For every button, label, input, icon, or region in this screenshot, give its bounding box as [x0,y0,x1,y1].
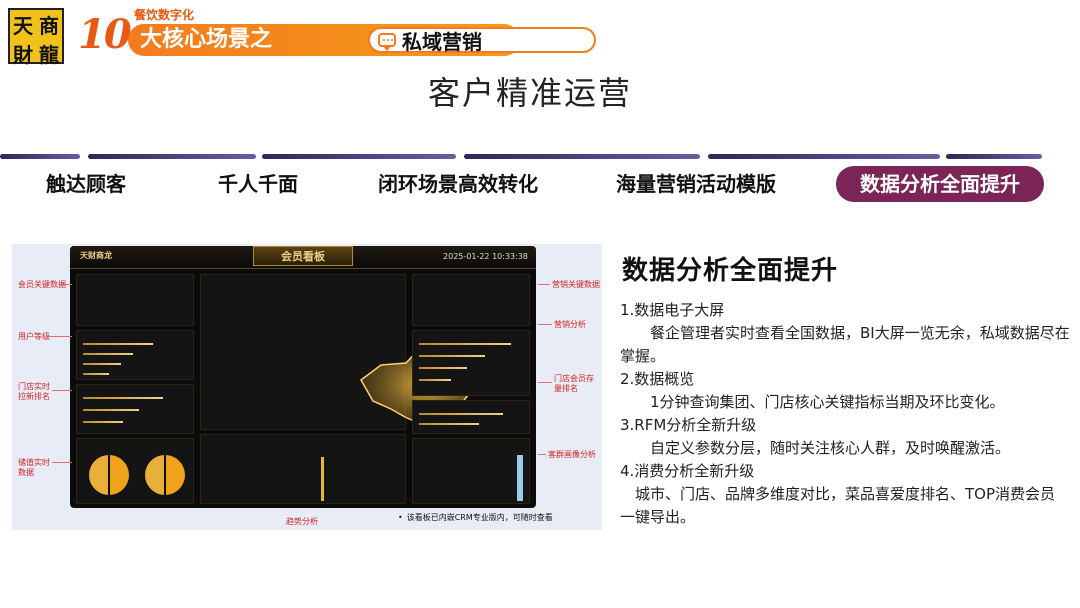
logo-char: 天 [13,14,33,38]
banner-main-text: 大核心场景之 [140,27,273,52]
banner-tag: 餐饮数字化 [134,8,195,22]
logo-char: 龍 [39,43,59,67]
callout-store-member-stock: 门店会员存量排名 [554,374,594,393]
header-banner: 10 餐饮数字化 大核心场景之 私域营销 [78,8,596,58]
info-item-body: 餐企管理者实时查看全国数据，BI大屏一览无余，私域数据尽在掌握。 [620,324,1070,365]
page-title: 客户精准运营 [427,74,632,112]
tab-personalization[interactable]: 千人千面 [200,166,316,202]
callout-marketing-kpis: 营销关键数据 [552,280,600,289]
brand-logo: 天 商 財 龍 [8,8,64,67]
banner-number: 10 [78,10,132,58]
dashboard-screenshot: 天财商龙 会员看板 2025-01-22 10:33:38 会员关键数据 用户等… [12,244,602,530]
panel-member-kpis [76,274,194,326]
dashboard-brand: 天财商龙 [80,251,112,260]
tab-bar: 触达顾客 千人千面 闭环场景高效转化 海量营销活动模版 数据分析全面提升 [0,166,1080,202]
tab-marketing-templates[interactable]: 海量营销活动模版 [596,166,796,202]
tab-closed-loop[interactable]: 闭环场景高效转化 [358,166,558,202]
panel-member-levels [76,330,194,380]
panel-customer-profile [412,438,530,504]
info-item-body: 1分钟查询集团、门店核心关键指标当期及环比变化。 [650,393,1005,411]
chat-bubble-icon [378,33,396,51]
info-item-body: 城市、门店、品牌多维度对比，菜品喜爱度排名、TOP消费会员一键导出。 [620,485,1056,526]
panel-store-member-stock [412,400,530,434]
callout-member-kpis: 会员关键数据 [18,280,66,289]
info-item-title: 3.RFM分析全新升级 [620,416,757,434]
info-heading: 数据分析全面提升 [622,256,839,286]
panel-stored-value [76,438,194,504]
dashboard-note: 该看板已内嵌CRM专业版内，可随时查看 [398,512,553,523]
dashboard-date: 2025-01-22 10:33:38 [443,252,528,261]
info-section: 数据分析全面提升 1.数据电子大屏 餐企管理者实时查看全国数据，BI大屏一览无余… [620,250,1070,529]
tab-reach-customers[interactable]: 触达顾客 [30,166,142,202]
logo-char: 財 [13,43,33,67]
banner-inner-pill: 私域营销 [368,27,596,54]
info-item-title: 2.数据概览 [620,370,695,388]
info-item-title: 4.消费分析全新升级 [620,462,755,480]
panel-map [200,274,493,430]
callout-stored-value: 储值实时数据 [18,458,50,477]
panel-marketing-kpis [412,274,530,326]
panel-marketing-analysis [412,330,530,396]
panel-store-ranking [76,384,194,434]
member-dashboard: 天财商龙 会员看板 2025-01-22 10:33:38 [70,246,536,508]
tab-divider-lines [0,154,1080,160]
info-item-body: 自定义参数分层，随时关注核心人群，及时唤醒激活。 [650,439,1011,457]
callout-trend: 趋势分析 [286,517,318,526]
info-item-title: 1.数据电子大屏 [620,301,725,319]
logo-char: 商 [39,14,59,38]
panel-trend [200,434,406,504]
callout-customer-profile: 客群画像分析 [548,450,596,459]
dashboard-header: 天财商龙 会员看板 2025-01-22 10:33:38 [70,246,536,269]
banner-inner-text: 私域营销 [402,29,482,54]
tab-data-analysis[interactable]: 数据分析全面提升 [836,166,1044,202]
callout-marketing-analysis: 营销分析 [554,320,586,329]
callout-store-ranking: 门店实时拉新排名 [18,382,50,401]
callout-user-level: 用户等级 [18,332,50,341]
dashboard-title: 会员看板 [253,246,353,266]
